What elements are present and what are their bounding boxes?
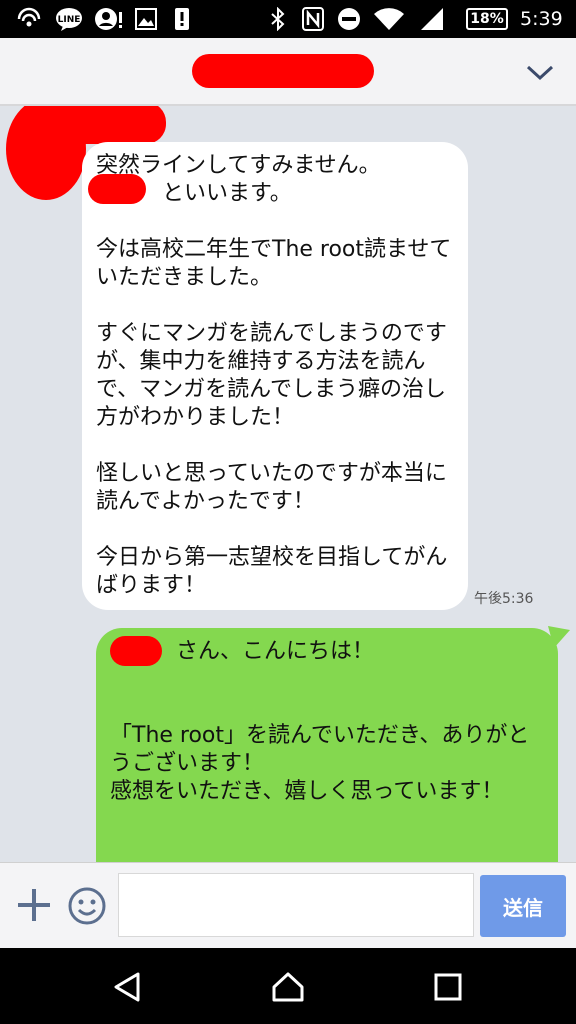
received-message-bubble[interactable]: 突然ラインしてすみません。 といいます。 今は高校二年生でThe root読ませ… — [82, 142, 468, 610]
chevron-down-icon[interactable] — [522, 58, 558, 88]
nfc-icon — [300, 0, 326, 38]
do-not-disturb-icon — [336, 0, 362, 38]
sent-message-bubble[interactable]: さん、こんにちは！ 「The root」を読んでいただき、ありがとうございます！… — [96, 628, 558, 862]
received-message-time: 午後5:36 — [474, 591, 534, 607]
clock: 5:39 — [520, 8, 563, 30]
alert-icon — [170, 0, 194, 38]
signal-icon — [418, 0, 446, 38]
chat-header — [0, 38, 576, 106]
message-input-bar: 送信 — [0, 862, 576, 948]
wifi-icon — [372, 0, 406, 38]
status-bar: LINE 18% 5:39 — [0, 0, 576, 38]
back-icon[interactable] — [98, 962, 158, 1012]
send-button[interactable]: 送信 — [480, 875, 566, 937]
message-input[interactable] — [118, 873, 474, 937]
plus-icon[interactable] — [14, 885, 54, 925]
home-icon[interactable] — [258, 962, 318, 1012]
redacted-sender-name — [40, 106, 166, 144]
navigation-bar — [0, 948, 576, 1024]
chat-area[interactable]: 突然ラインしてすみません。 といいます。 今は高校二年生でThe root読ませ… — [0, 106, 576, 862]
wifi-calling-icon — [14, 0, 44, 38]
line-notification-icon: LINE — [54, 0, 84, 38]
image-icon — [132, 0, 160, 38]
bluetooth-icon — [266, 0, 290, 38]
battery-level: 18% — [466, 8, 508, 30]
redacted-contact-name — [192, 54, 374, 88]
account-alert-icon — [94, 0, 124, 38]
emoji-icon[interactable] — [66, 885, 108, 927]
redacted-name-in-reply — [110, 636, 162, 666]
recent-apps-icon[interactable] — [418, 962, 478, 1012]
redacted-name-in-message — [88, 174, 146, 204]
svg-text:LINE: LINE — [58, 15, 81, 25]
